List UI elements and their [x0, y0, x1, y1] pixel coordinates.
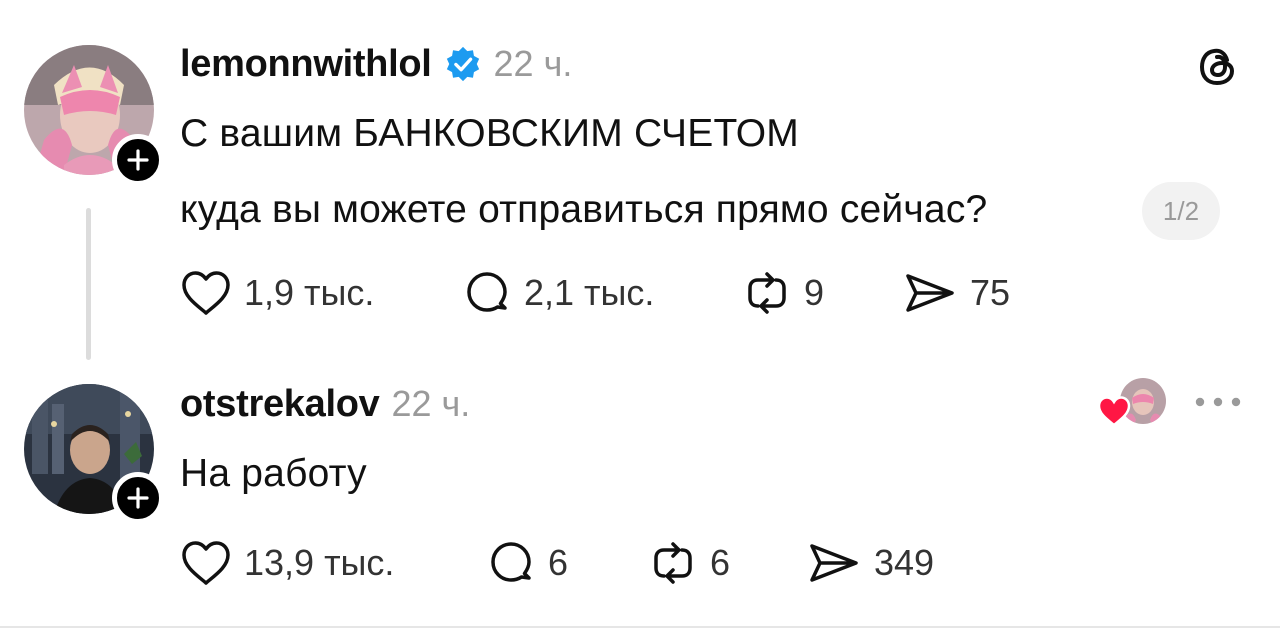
more-options-icon[interactable] [1194, 394, 1242, 415]
username[interactable]: otstrekalov [180, 383, 380, 426]
plus-icon [127, 487, 149, 509]
repost-icon [748, 272, 786, 314]
share-count: 75 [970, 272, 1011, 313]
post-text-line-1: С вашим БАНКОВСКИМ СЧЕТОМ [180, 112, 799, 155]
thread-connector-line [86, 208, 91, 360]
reply-count: 6 [548, 542, 569, 583]
like-count: 1,9 тыс. [244, 272, 375, 313]
plus-icon [127, 149, 149, 171]
send-icon [906, 274, 954, 312]
threads-logo-icon[interactable] [1196, 44, 1242, 95]
post-time: 22 ч. [391, 383, 471, 424]
repost-count: 6 [710, 542, 731, 583]
post-time: 22 ч. [493, 43, 573, 84]
reply-button[interactable]: 2,1 тыс. [462, 266, 654, 320]
follow-button-otstrekalov[interactable] [112, 472, 164, 524]
follow-button-lemonnwithlol[interactable] [112, 134, 164, 186]
repost-button[interactable]: 9 [742, 266, 824, 320]
divider [0, 626, 1280, 628]
reply-count: 2,1 тыс. [524, 272, 655, 313]
repost-button[interactable]: 6 [648, 536, 730, 590]
comment-bubble-icon [467, 272, 507, 312]
liked-by-author-indicator [1096, 378, 1168, 430]
like-button[interactable]: 13,9 тыс. [180, 536, 394, 590]
like-button[interactable]: 1,9 тыс. [180, 266, 374, 320]
username[interactable]: lemonnwithlol [180, 43, 432, 86]
share-count: 349 [874, 542, 935, 583]
repost-count: 9 [804, 272, 825, 313]
reply-button[interactable]: 6 [486, 536, 568, 590]
heart-icon [182, 271, 230, 315]
post-text-line-2: куда вы можете отправиться прямо сейчас? [180, 188, 988, 231]
carousel-page-indicator: 1/2 [1142, 182, 1220, 240]
heart-icon [182, 541, 230, 585]
heart-filled-icon [1096, 394, 1132, 433]
like-count: 13,9 тыс. [244, 542, 395, 583]
share-button[interactable]: 349 [806, 536, 934, 590]
repost-icon [654, 542, 692, 584]
share-button[interactable]: 75 [902, 266, 1010, 320]
verified-badge-icon [444, 45, 482, 83]
send-icon [810, 544, 858, 582]
post-text-line-1: На работу [180, 452, 367, 495]
comment-bubble-icon [491, 542, 531, 582]
